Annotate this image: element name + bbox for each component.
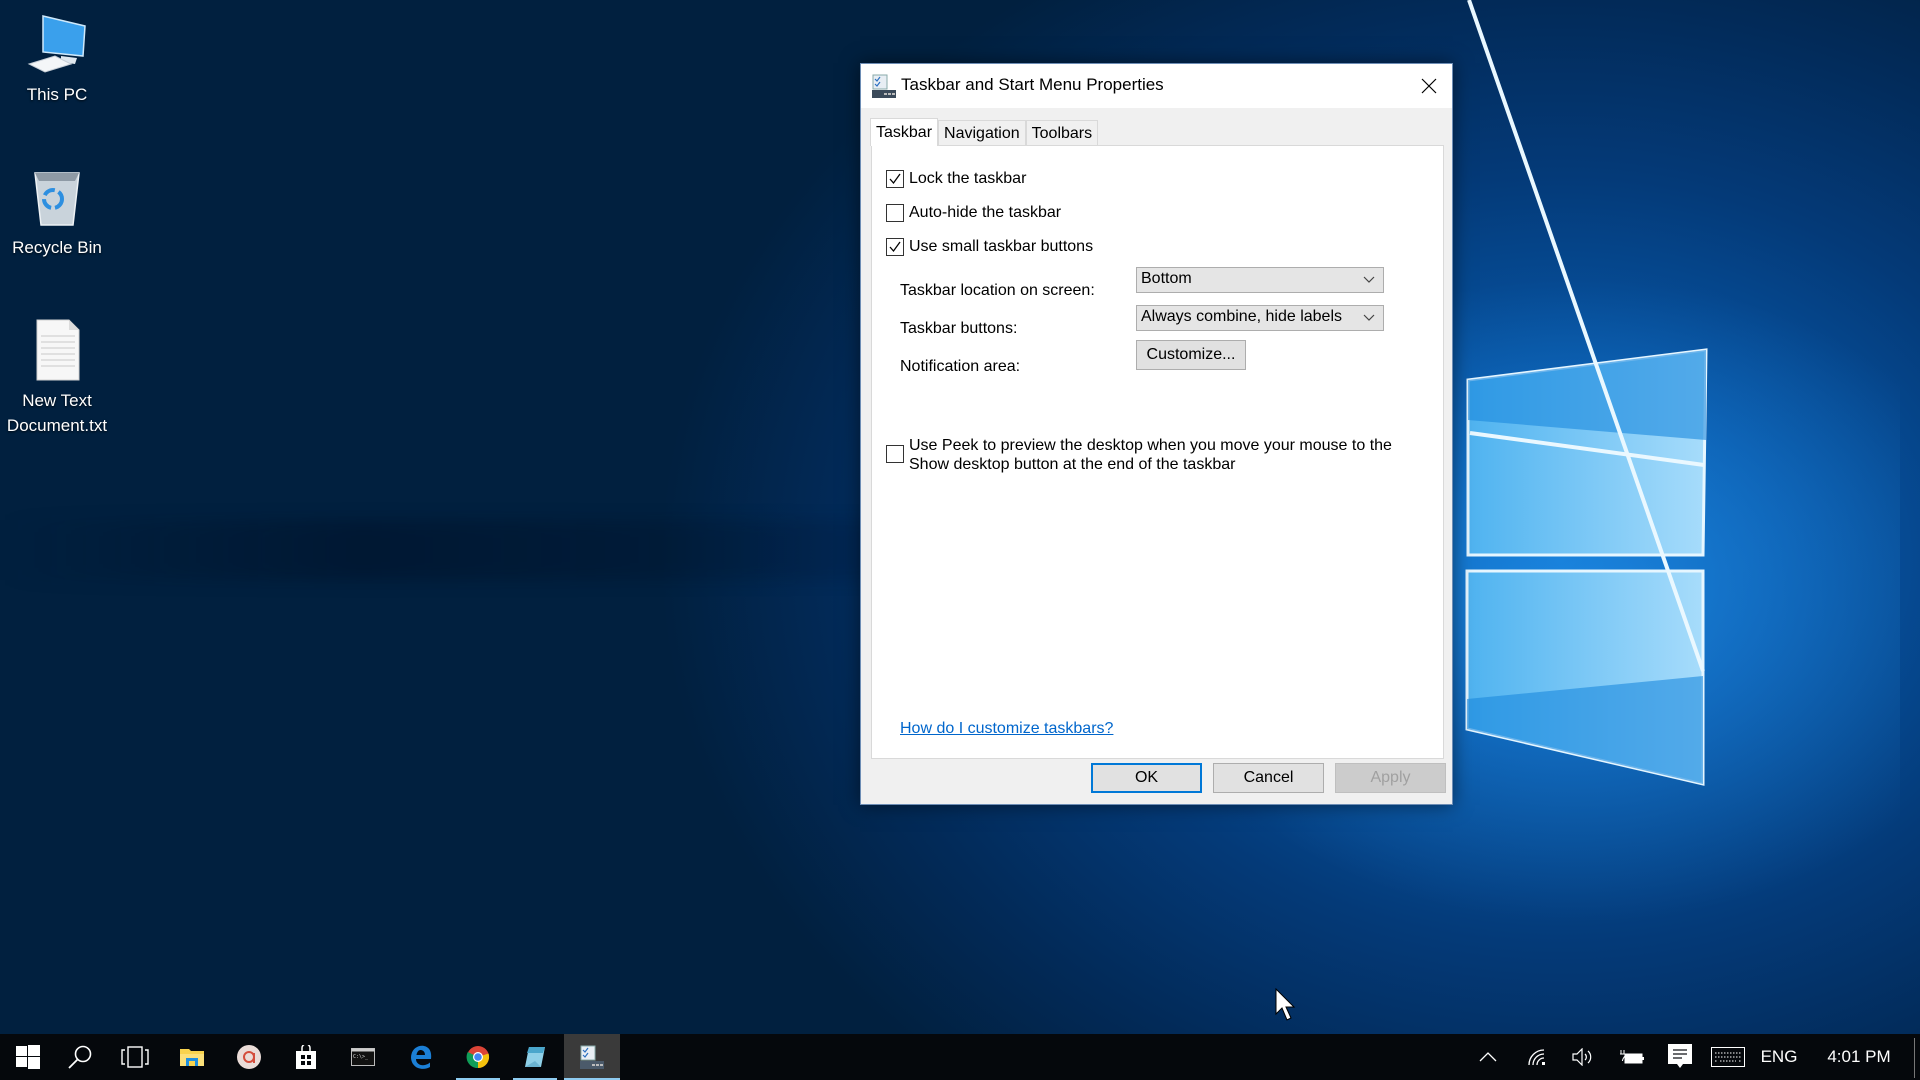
checkbox-label: Lock the taskbar: [909, 170, 1027, 187]
show-hidden-icons-button[interactable]: [1474, 1034, 1502, 1080]
task-view-icon: [121, 1046, 149, 1068]
location-value: Bottom: [1141, 270, 1192, 287]
peek-label-line1: Use Peek to preview the desktop when you…: [909, 437, 1392, 454]
taskbar-tab-panel: Lock the taskbar Auto-hide the taskbar U…: [871, 145, 1444, 759]
close-button[interactable]: [1406, 64, 1452, 108]
peek-checkbox[interactable]: Use Peek to preview the desktop when you…: [886, 436, 1392, 474]
checkbox-box[interactable]: [886, 204, 904, 222]
desktop-icon-label-line1: New Text: [22, 391, 92, 410]
tab-navigation[interactable]: Navigation: [938, 120, 1026, 146]
customize-button[interactable]: Customize...: [1136, 340, 1246, 370]
ok-button[interactable]: OK: [1091, 763, 1202, 793]
mouse-cursor-icon: [1275, 988, 1296, 1021]
desktop-icon-this-pc[interactable]: This PC: [2, 12, 112, 107]
notification-area-label: Notification area:: [900, 358, 1021, 375]
taskbar-app-notepad[interactable]: [507, 1034, 563, 1080]
taskbar-app-taskbar-properties[interactable]: [564, 1034, 620, 1080]
show-desktop-button[interactable]: [1914, 1038, 1915, 1078]
chevron-down-icon: [1363, 314, 1375, 321]
touch-keyboard-button[interactable]: [1710, 1034, 1746, 1080]
taskbar-buttons-value: Always combine, hide labels: [1141, 308, 1342, 325]
location-dropdown[interactable]: Bottom: [1136, 267, 1384, 293]
language-indicator[interactable]: ENG: [1760, 1034, 1798, 1080]
tab-taskbar[interactable]: Taskbar: [870, 118, 939, 146]
svg-text:C:\>_: C:\>_: [353, 1054, 369, 1060]
volume-icon: [1572, 1048, 1592, 1066]
text-file-icon: [25, 318, 89, 382]
folder-icon: [180, 1049, 204, 1066]
taskbar-buttons-dropdown[interactable]: Always combine, hide labels: [1136, 305, 1384, 331]
checkbox-label: Use small taskbar buttons: [909, 238, 1094, 255]
help-link[interactable]: How do I customize taskbars?: [900, 720, 1113, 738]
taskbar-properties-icon: [580, 1045, 604, 1069]
checkbox-box[interactable]: [886, 238, 904, 256]
checkbox-box[interactable]: [886, 445, 904, 463]
peek-label-line2: Show desktop button at the end of the ta…: [909, 456, 1236, 473]
taskbar: C:\>_ ENG 4:01 PM: [0, 1034, 1920, 1080]
store-icon: [296, 1045, 316, 1069]
battery-button[interactable]: [1615, 1034, 1649, 1080]
checkmark-icon: [889, 173, 901, 185]
dialog-title: Taskbar and Start Menu Properties: [901, 75, 1164, 94]
checkbox-box[interactable]: [886, 170, 904, 188]
notification-icon: [1668, 1044, 1692, 1068]
taskbar-app-store[interactable]: [278, 1034, 334, 1080]
action-center-button[interactable]: [1665, 1034, 1695, 1080]
apply-button[interactable]: Apply: [1335, 763, 1446, 793]
cancel-button[interactable]: Cancel: [1213, 763, 1324, 793]
auto-hide-checkbox[interactable]: Auto-hide the taskbar: [886, 204, 1061, 222]
taskbar-properties-icon: [872, 74, 896, 98]
start-button[interactable]: [0, 1034, 56, 1080]
windows-start-icon: [16, 1045, 40, 1069]
battery-charging-icon: [1620, 1050, 1644, 1064]
notepad-icon: [525, 1047, 545, 1067]
taskbar-app-command-prompt[interactable]: C:\>_: [335, 1034, 391, 1080]
edge-icon: [411, 1045, 432, 1069]
checkbox-label: Auto-hide the taskbar: [909, 204, 1062, 221]
taskbar-app-circle[interactable]: [221, 1034, 277, 1080]
terminal-icon: C:\>_: [351, 1048, 375, 1066]
title-bar[interactable]: Taskbar and Start Menu Properties: [861, 64, 1452, 108]
search-button[interactable]: [52, 1034, 108, 1080]
app-circle-icon: [237, 1045, 261, 1069]
chrome-icon: [466, 1046, 490, 1069]
tab-bar: Taskbar Navigation Toolbars: [870, 118, 1099, 146]
checkmark-icon: [889, 241, 901, 253]
checkbox-label: Use Peek to preview the desktop when you…: [909, 436, 1392, 474]
recycle-bin-icon: [25, 165, 89, 229]
tab-toolbars[interactable]: Toolbars: [1025, 120, 1099, 146]
chevron-up-icon: [1479, 1052, 1497, 1062]
computer-icon: [25, 12, 89, 76]
clock[interactable]: 4:01 PM: [1820, 1034, 1898, 1080]
network-button[interactable]: [1522, 1034, 1554, 1080]
desktop-icon-text-document[interactable]: New Text Document.txt: [2, 318, 112, 438]
desktop-icon-label: Recycle Bin: [12, 238, 102, 257]
close-icon: [1421, 78, 1437, 94]
search-icon: [68, 1045, 92, 1069]
desktop-icon-label-line2: Document.txt: [6, 416, 108, 435]
volume-button[interactable]: [1567, 1034, 1599, 1080]
small-buttons-checkbox[interactable]: Use small taskbar buttons: [886, 238, 1093, 256]
taskbar-properties-dialog: Taskbar and Start Menu Properties Taskba…: [860, 63, 1453, 805]
location-label: Taskbar location on screen:: [900, 282, 1095, 299]
desktop-icon-recycle-bin[interactable]: Recycle Bin: [2, 165, 112, 260]
task-view-button[interactable]: [107, 1034, 163, 1080]
taskbar-app-edge[interactable]: [393, 1034, 449, 1080]
keyboard-icon: [1711, 1047, 1745, 1067]
taskbar-buttons-label: Taskbar buttons:: [900, 320, 1018, 337]
chevron-down-icon: [1363, 276, 1375, 283]
wallpaper-beam: [0, 520, 900, 580]
desktop-icon-label: This PC: [26, 85, 88, 104]
taskbar-app-file-explorer[interactable]: [164, 1034, 220, 1080]
lock-taskbar-checkbox[interactable]: Lock the taskbar: [886, 170, 1026, 188]
wifi-icon: [1528, 1049, 1545, 1066]
taskbar-app-chrome[interactable]: [450, 1034, 506, 1080]
